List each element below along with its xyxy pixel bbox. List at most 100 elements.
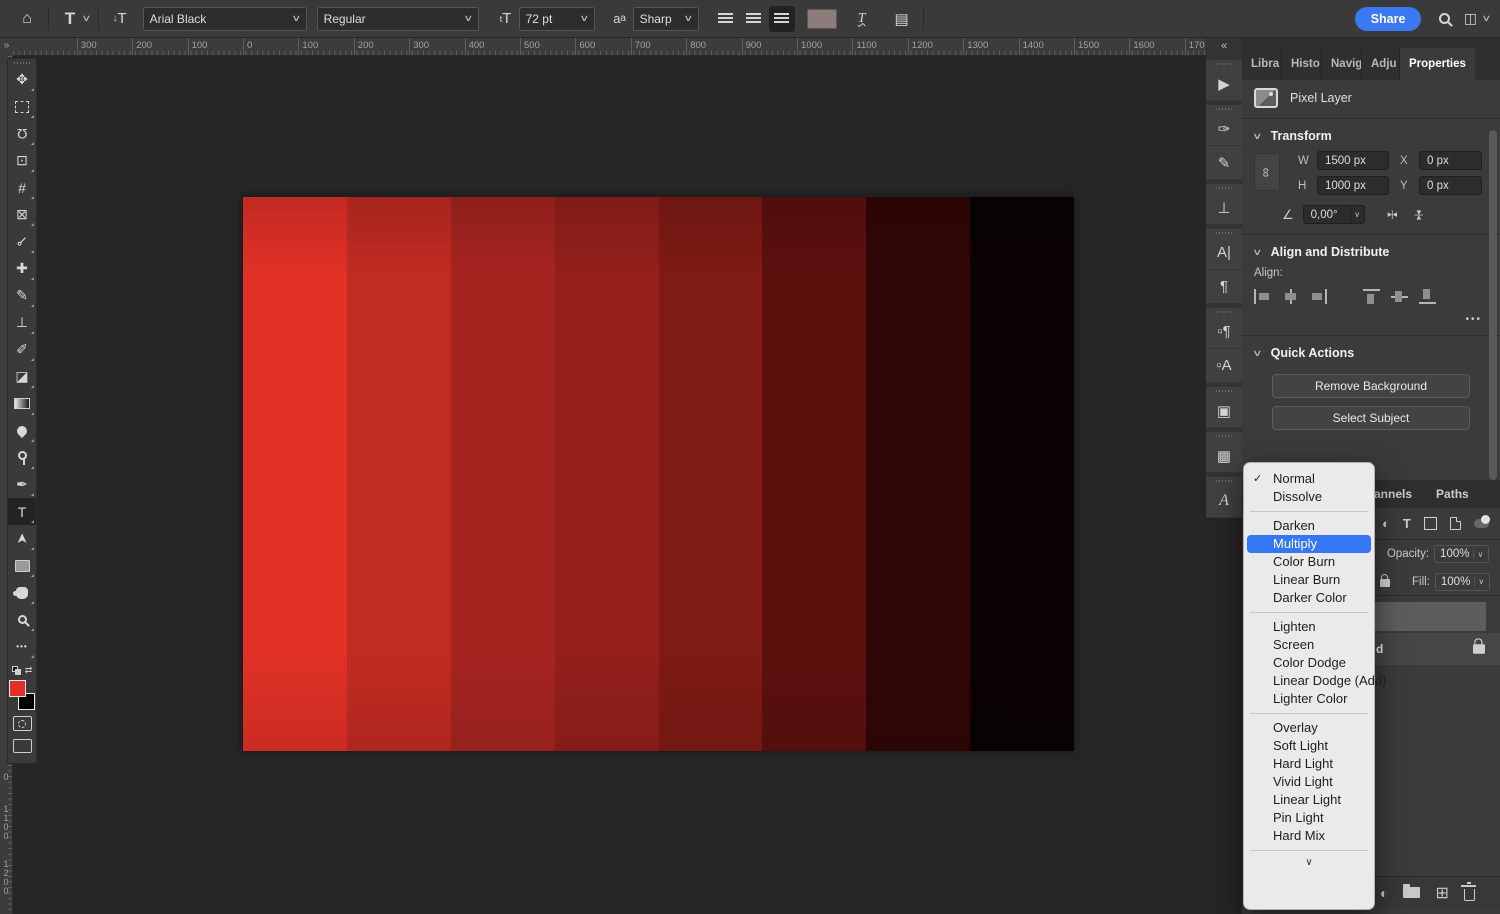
font-style-select[interactable]: Regular ∨: [317, 7, 479, 31]
gradient-tool[interactable]: [8, 390, 36, 417]
font-family-select[interactable]: Arial Black ∨: [143, 7, 307, 31]
new-layer-icon[interactable]: ⊞: [1435, 883, 1448, 903]
menu-scroll-down-icon[interactable]: ∨: [1244, 856, 1374, 872]
zoom-tool[interactable]: [8, 606, 36, 633]
dock-drag-handle[interactable]: [1206, 432, 1242, 439]
blend-mode-option-multiply[interactable]: Multiply: [1247, 535, 1371, 553]
blend-mode-option-overlay[interactable]: Overlay: [1247, 719, 1371, 737]
type-filter-icon[interactable]: T: [1403, 516, 1411, 531]
tab-adjustments[interactable]: Adju: [1362, 48, 1400, 80]
angle-input[interactable]: 0,00° ∨: [1303, 205, 1365, 224]
search-icon[interactable]: [1431, 6, 1457, 32]
ruler-corner[interactable]: »: [0, 38, 13, 56]
actions-panel[interactable]: ▶: [1206, 67, 1242, 101]
dock-drag-handle[interactable]: [1206, 477, 1242, 484]
paragraph-styles-panel[interactable]: ▫¶: [1206, 315, 1242, 349]
tab-libraries[interactable]: Libra: [1242, 48, 1282, 80]
quick-mask-button[interactable]: [13, 716, 32, 731]
patterns-panel[interactable]: ▦: [1206, 439, 1242, 473]
screen-mode-button[interactable]: [13, 739, 32, 753]
x-input[interactable]: 0 px: [1419, 151, 1482, 170]
tab-paths[interactable]: Paths: [1424, 487, 1481, 501]
blend-mode-option-pin-light[interactable]: Pin Light: [1247, 809, 1371, 827]
shape-filter-icon[interactable]: [1424, 517, 1437, 530]
remove-background-button[interactable]: Remove Background: [1272, 374, 1470, 398]
filter-toggle-icon[interactable]: [1474, 519, 1489, 528]
dodge-tool[interactable]: [8, 444, 36, 471]
new-adjustment-layer-icon[interactable]: ◐: [1380, 885, 1388, 901]
blend-mode-option-linear-burn[interactable]: Linear Burn: [1247, 571, 1371, 589]
brush-settings-panel[interactable]: ✑: [1206, 112, 1242, 146]
quick-actions-header[interactable]: ∨ Quick Actions: [1242, 336, 1500, 366]
pen-tool[interactable]: ✒: [8, 471, 36, 498]
select-subject-button[interactable]: Select Subject: [1272, 406, 1470, 430]
clone-source-panel[interactable]: ⊥: [1206, 191, 1242, 225]
brush-tool[interactable]: ✎: [8, 282, 36, 309]
opacity-input[interactable]: 100% ∨: [1434, 545, 1489, 563]
lock-icon[interactable]: [1380, 579, 1390, 587]
dock-drag-handle[interactable]: [1206, 60, 1242, 67]
smart-object-filter-icon[interactable]: [1450, 517, 1461, 530]
dock-drag-handle[interactable]: [1206, 184, 1242, 191]
blend-mode-option-hard-mix[interactable]: Hard Mix: [1247, 827, 1371, 845]
blend-mode-option-screen[interactable]: Screen: [1247, 636, 1371, 654]
chevron-down-icon[interactable]: ∨: [81, 13, 91, 24]
type-tool-icon[interactable]: T: [57, 6, 83, 32]
eyedropper-tool[interactable]: ⊸: [8, 228, 36, 255]
clone-stamp-tool[interactable]: ⊥: [8, 309, 36, 336]
share-button[interactable]: Share: [1355, 7, 1422, 31]
font-size-select[interactable]: 72 pt ∨: [519, 7, 595, 31]
tools-drag-handle[interactable]: [8, 59, 36, 66]
flip-vertical-icon[interactable]: ▸|◂: [1414, 210, 1425, 218]
align-left-edges-icon[interactable]: [1254, 289, 1271, 304]
height-input[interactable]: 1000 px: [1317, 176, 1389, 195]
spot-healing-brush-tool[interactable]: ✚: [8, 255, 36, 282]
blend-mode-option-lighten[interactable]: Lighten: [1247, 618, 1371, 636]
frame-tool[interactable]: ⊠: [8, 201, 36, 228]
blend-mode-option-color-burn[interactable]: Color Burn: [1247, 553, 1371, 571]
horizontal-ruler[interactable]: 3002001000100200300400500600700800900100…: [13, 38, 1206, 56]
anti-alias-select[interactable]: Sharp ∨: [633, 7, 699, 31]
align-text-left-button[interactable]: [713, 6, 739, 32]
horizontal-type-tool[interactable]: T: [8, 498, 36, 525]
align-more-options-icon[interactable]: •••: [1242, 308, 1500, 336]
align-horizontal-centers-icon[interactable]: [1282, 289, 1299, 304]
history-brush-tool[interactable]: ✐: [8, 336, 36, 363]
chevron-down-icon[interactable]: ∨: [1482, 13, 1492, 24]
y-input[interactable]: 0 px: [1419, 176, 1482, 195]
properties-scrollbar[interactable]: [1489, 130, 1497, 480]
blend-mode-option-vivid-light[interactable]: Vivid Light: [1247, 773, 1371, 791]
align-header[interactable]: ∨ Align and Distribute: [1242, 235, 1500, 265]
foreground-color-swatch[interactable]: [9, 680, 26, 697]
ellipsis-tool[interactable]: •••: [8, 633, 36, 660]
align-text-right-button[interactable]: [769, 6, 795, 32]
character-panel[interactable]: A|: [1206, 236, 1242, 270]
align-bottom-edges-icon[interactable]: [1419, 289, 1436, 304]
align-text-center-button[interactable]: [741, 6, 767, 32]
home-icon[interactable]: ⌂: [14, 6, 40, 32]
align-vertical-centers-icon[interactable]: [1391, 289, 1408, 304]
swap-colors-icon[interactable]: ⇄: [25, 665, 33, 676]
paragraph-panel[interactable]: ¶: [1206, 270, 1242, 304]
blend-mode-option-normal[interactable]: ✓Normal: [1247, 470, 1371, 488]
blend-mode-option-darken[interactable]: Darken: [1247, 517, 1371, 535]
object-selection-tool[interactable]: ⊡: [8, 147, 36, 174]
blend-mode-option-hard-light[interactable]: Hard Light: [1247, 755, 1371, 773]
align-top-edges-icon[interactable]: [1363, 289, 1380, 304]
blend-mode-option-linear-light[interactable]: Linear Light: [1247, 791, 1371, 809]
hand-tool[interactable]: [8, 579, 36, 606]
flip-horizontal-icon[interactable]: ▸|◂: [1388, 209, 1396, 220]
new-group-icon[interactable]: [1403, 887, 1420, 898]
width-input[interactable]: 1500 px: [1317, 151, 1389, 170]
lasso-tool[interactable]: Ω: [8, 120, 36, 147]
rectangle-tool[interactable]: [8, 552, 36, 579]
text-color-swatch[interactable]: [807, 9, 837, 29]
link-dimensions-button[interactable]: ∞: [1254, 153, 1280, 191]
character-styles-panel[interactable]: ▫A: [1206, 349, 1242, 383]
dock-drag-handle[interactable]: [1206, 308, 1242, 315]
text-orientation-icon[interactable]: ↓T: [107, 6, 133, 32]
workspace-icon[interactable]: ◫: [1457, 6, 1483, 32]
move-tool[interactable]: ✥: [8, 66, 36, 93]
tab-histogram[interactable]: Histo: [1282, 48, 1322, 80]
fill-input[interactable]: 100% ∨: [1435, 573, 1490, 591]
